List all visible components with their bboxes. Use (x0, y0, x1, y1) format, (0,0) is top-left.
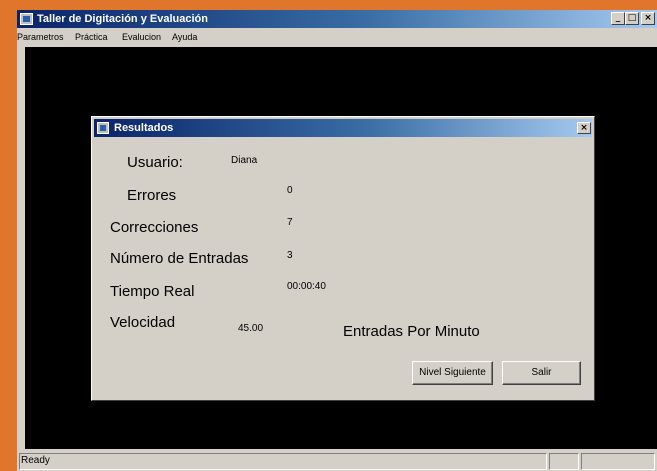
app-icon[interactable] (20, 13, 33, 25)
dialog-titlebar[interactable]: Resultados × (94, 119, 592, 137)
dialog-title: Resultados (114, 122, 174, 134)
minimize-button[interactable]: _ (611, 12, 625, 25)
menu-practica[interactable]: Práctica (75, 31, 108, 43)
tiempo-label: Tiempo Real (110, 283, 195, 300)
window-title: Taller de Digitación y Evaluación (37, 13, 208, 25)
resultados-dialog: Resultados × Usuario: Diana Errores 0 Co… (91, 116, 595, 401)
maximize-button[interactable]: □ (625, 12, 639, 25)
menu-ayuda[interactable]: Ayuda (172, 31, 197, 43)
velocidad-value: 45.00 (238, 323, 264, 334)
main-titlebar[interactable]: Taller de Digitación y Evaluación _ □ × (17, 10, 657, 28)
menu-evalucion[interactable]: Evalucion (122, 31, 161, 43)
usuario-value: Diana (231, 155, 258, 166)
usuario-label: Usuario: (127, 154, 183, 171)
close-button[interactable]: × (641, 12, 655, 25)
entradas-value: 3 (287, 250, 293, 261)
menu-bar: Parametros Práctica Evalucion Ayuda (17, 29, 657, 45)
velocidad-unit: Entradas Por Minuto (343, 323, 480, 340)
tiempo-value: 00:00:40 (287, 281, 326, 292)
velocidad-label: Velocidad (110, 314, 176, 331)
entradas-label: Número de Entradas (110, 250, 249, 267)
errores-label: Errores (127, 187, 177, 204)
dialog-close-button[interactable]: × (577, 122, 591, 134)
correcciones-value: 7 (287, 217, 293, 228)
errores-value: 0 (287, 185, 293, 196)
menu-parametros[interactable]: Parametros (17, 31, 64, 43)
salir-button[interactable]: Salir (502, 361, 581, 385)
nivel-siguiente-button[interactable]: Nivel Siguiente (412, 361, 493, 385)
dialog-icon (97, 122, 109, 134)
status-bar: Ready (17, 451, 657, 471)
correcciones-label: Correcciones (110, 219, 199, 236)
